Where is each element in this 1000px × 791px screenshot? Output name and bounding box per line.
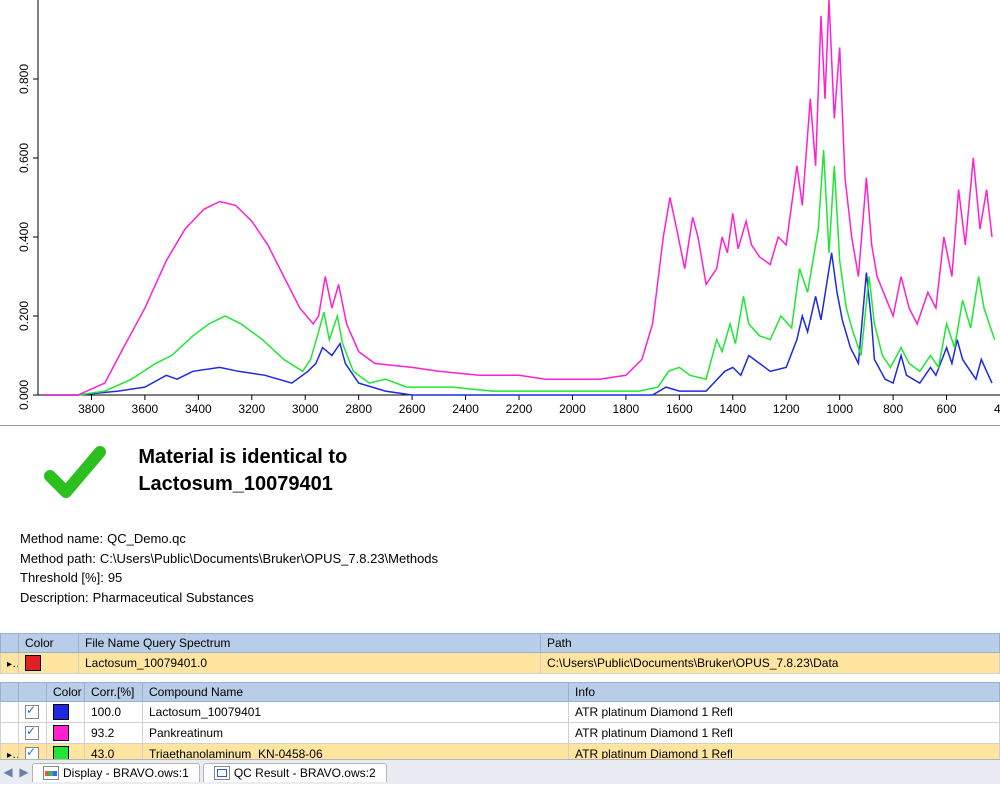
row-marker [1, 723, 19, 744]
method-name-label: Method name: [20, 531, 103, 546]
svg-text:1000: 1000 [826, 402, 853, 416]
result-panel: Material is identical to Lactosum_100794… [0, 426, 1000, 619]
query-header-color[interactable]: Color [19, 634, 79, 653]
checkmark-icon [40, 444, 110, 507]
hits-header-info[interactable]: Info [569, 683, 1000, 702]
query-row[interactable]: Lactosum_10079401.0 C:\Users\Public\Docu… [1, 653, 1000, 674]
hit-name-cell: Pankreatinum [143, 723, 569, 744]
hit-info-cell: ATR platinum Diamond 1 Refl [569, 723, 1000, 744]
svg-text:2200: 2200 [506, 402, 533, 416]
svg-text:0.400: 0.400 [17, 222, 31, 252]
method-path-value: C:\Users\Public\Documents\Bruker\OPUS_7.… [100, 551, 438, 566]
query-color-swatch [19, 653, 79, 674]
tab-qc-label: QC Result - BRAVO.ows:2 [234, 766, 376, 780]
query-header-path[interactable]: Path [541, 634, 1000, 653]
svg-text:800: 800 [883, 402, 903, 416]
svg-text:2000: 2000 [559, 402, 586, 416]
threshold-label: Threshold [%]: [20, 570, 104, 585]
svg-text:3600: 3600 [132, 402, 159, 416]
graph-icon [43, 766, 59, 780]
workspace-tab-bar: ◀ ▶ Display - BRAVO.ows:1 QC Result - BR… [0, 759, 1000, 784]
svg-text:0.600: 0.600 [17, 143, 31, 173]
spectrum-chart[interactable]: 0.000 0.200 0.400 0.600 0.800 3800 3600 3400 320… [0, 0, 1000, 426]
result-icon [214, 766, 230, 780]
checkbox-icon[interactable] [25, 726, 39, 740]
checkbox-icon[interactable] [25, 705, 39, 719]
svg-text:2400: 2400 [452, 402, 479, 416]
method-name-value: QC_Demo.qc [107, 531, 186, 546]
query-header-file[interactable]: File Name Query Spectrum [79, 634, 541, 653]
hit-corr-cell: 93.2 [85, 723, 143, 744]
hits-header-blank[interactable] [1, 683, 19, 702]
query-path-cell: C:\Users\Public\Documents\Bruker\OPUS_7.… [541, 653, 1000, 674]
svg-text:2800: 2800 [345, 402, 372, 416]
svg-text:0.800: 0.800 [17, 64, 31, 94]
query-spectrum-table[interactable]: Color File Name Query Spectrum Path Lact… [0, 633, 1000, 674]
row-marker [1, 702, 19, 723]
hits-header-name[interactable]: Compound Name [143, 683, 569, 702]
hit-color-cell [47, 723, 85, 744]
tab-qc-result[interactable]: QC Result - BRAVO.ows:2 [203, 763, 387, 782]
svg-text:1600: 1600 [666, 402, 693, 416]
svg-text:1800: 1800 [613, 402, 640, 416]
row-marker [1, 653, 19, 674]
svg-text:0.200: 0.200 [17, 301, 31, 331]
hit-check-cell[interactable] [19, 702, 47, 723]
hits-header-corr[interactable]: Corr.[%] [85, 683, 143, 702]
svg-text:3200: 3200 [238, 402, 265, 416]
tab-display-label: Display - BRAVO.ows:1 [63, 766, 189, 780]
svg-text:3000: 3000 [292, 402, 319, 416]
hit-info-cell: ATR platinum Diamond 1 Refl [569, 702, 1000, 723]
svg-text:2600: 2600 [399, 402, 426, 416]
query-file-cell: Lactosum_10079401.0 [79, 653, 541, 674]
hits-header-check[interactable] [19, 683, 47, 702]
tab-display[interactable]: Display - BRAVO.ows:1 [32, 763, 200, 782]
description-value: Pharmaceutical Substances [93, 590, 254, 605]
tab-scroll-left-icon[interactable]: ◀ [0, 765, 16, 779]
svg-text:1400: 1400 [719, 402, 746, 416]
hits-table[interactable]: Color Corr.[%] Compound Name Info 100.0L… [0, 682, 1000, 765]
svg-text:0.000: 0.000 [17, 380, 31, 410]
method-metadata: Method name: QC_Demo.qc Method path: C:\Us… [20, 529, 982, 607]
svg-text:600: 600 [937, 402, 957, 416]
svg-text:4: 4 [994, 402, 1000, 416]
query-header-blank[interactable] [1, 634, 19, 653]
method-path-label: Method path: [20, 551, 96, 566]
hit-corr-cell: 100.0 [85, 702, 143, 723]
svg-text:1200: 1200 [773, 402, 800, 416]
svg-text:3800: 3800 [78, 402, 105, 416]
hits-row[interactable]: 100.0Lactosum_10079401ATR platinum Diamo… [1, 702, 1000, 723]
hit-name-cell: Lactosum_10079401 [143, 702, 569, 723]
result-headline-2: Lactosum_10079401 [138, 471, 347, 498]
description-label: Description: [20, 590, 89, 605]
threshold-value: 95 [108, 570, 122, 585]
hit-check-cell[interactable] [19, 723, 47, 744]
hit-color-cell [47, 702, 85, 723]
result-headline-1: Material is identical to [138, 444, 347, 471]
hits-row[interactable]: 93.2PankreatinumATR platinum Diamond 1 R… [1, 723, 1000, 744]
tab-scroll-right-icon[interactable]: ▶ [16, 765, 32, 779]
hits-header-color[interactable]: Color [47, 683, 85, 702]
svg-text:3400: 3400 [185, 402, 212, 416]
